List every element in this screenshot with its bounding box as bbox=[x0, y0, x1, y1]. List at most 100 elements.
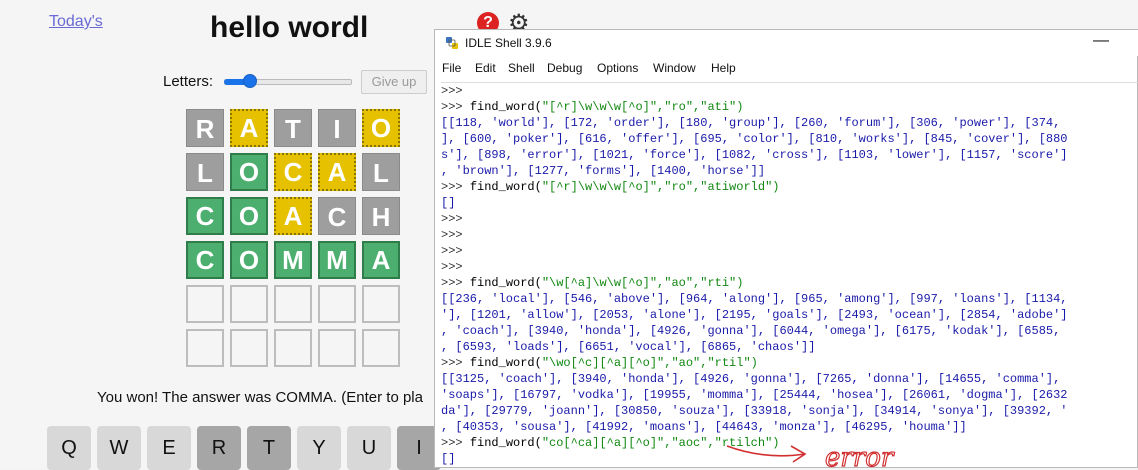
tile-r2-c3: C bbox=[274, 153, 312, 191]
shell-output-line: s'], [898, 'error'], [1021, 'force'], [1… bbox=[441, 148, 1068, 162]
window-titlebar: IDLE Shell 3.9.6 — bbox=[435, 30, 1138, 56]
tile-r1-c5: O bbox=[362, 109, 400, 147]
shell-prompt: >>> bbox=[441, 260, 463, 274]
menu-window[interactable]: Window bbox=[653, 61, 696, 75]
todays-link[interactable]: Today's bbox=[49, 13, 103, 31]
tile-r6-c3 bbox=[274, 329, 312, 367]
shell-output-line: [[118, 'world'], [172, 'order'], [180, '… bbox=[441, 116, 1061, 130]
shell-input-line: >>> find_word("[^r]\w\w\w[^o]","ro","ati… bbox=[441, 99, 743, 115]
page-title: hello wordl bbox=[210, 11, 369, 44]
tile-r6-c2 bbox=[230, 329, 268, 367]
menu-shell[interactable]: Shell bbox=[508, 61, 535, 75]
shell-output[interactable]: >>> >>> find_word("[^r]\w\w\w[^o]","ro","… bbox=[441, 82, 1138, 470]
tile-r3-c3: A bbox=[274, 197, 312, 235]
shell-prompt: >>> bbox=[441, 212, 463, 226]
letters-slider[interactable] bbox=[224, 74, 352, 88]
shell-output-line: [[3125, 'coach'], [3940, 'honda'], [4926… bbox=[441, 372, 1061, 386]
shell-prompt: >>> bbox=[441, 100, 463, 114]
tile-r6-c5 bbox=[362, 329, 400, 367]
shell-command: find_word( bbox=[469, 100, 542, 114]
tile-r2-c4: A bbox=[318, 153, 356, 191]
tile-r3-c5: H bbox=[362, 197, 400, 235]
key-w[interactable]: W bbox=[97, 426, 141, 470]
shell-prompt-line: >>> bbox=[441, 83, 463, 99]
menu-file[interactable]: File bbox=[442, 61, 461, 75]
shell-output-line: '], [1201, 'allow'], [2053, 'alone'], [2… bbox=[441, 308, 1068, 322]
tile-r3-c4: C bbox=[318, 197, 356, 235]
key-r[interactable]: R bbox=[197, 426, 241, 470]
shell-command-args: "\wo[^c][^a][^o]","ao","rtil") bbox=[541, 356, 758, 370]
shell-prompt-line: >>> bbox=[441, 259, 463, 275]
tile-r1-c2: A bbox=[230, 109, 268, 147]
tile-r4-c3: M bbox=[274, 241, 312, 279]
tile-r2-c1: L bbox=[186, 153, 224, 191]
shell-command: find_word( bbox=[469, 436, 542, 450]
shell-output-line: [] bbox=[441, 196, 456, 210]
tile-r5-c1 bbox=[186, 285, 224, 323]
menu-edit[interactable]: Edit bbox=[475, 61, 496, 75]
shell-prompt: >>> bbox=[441, 180, 463, 194]
menu-options[interactable]: Options bbox=[597, 61, 638, 75]
tile-r5-c2 bbox=[230, 285, 268, 323]
tile-r6-c1 bbox=[186, 329, 224, 367]
give-up-button[interactable]: Give up bbox=[361, 70, 427, 94]
shell-prompt: >>> bbox=[441, 276, 463, 290]
scribble-label: error bbox=[825, 443, 895, 470]
shell-command: find_word( bbox=[469, 276, 542, 290]
shell-output-line: da'], [29779, 'joann'], [30850, 'souza']… bbox=[441, 404, 1068, 418]
shell-output-line: , [40353, 'sousa'], [41992, 'moans'], [4… bbox=[441, 420, 967, 434]
handwritten-error-annotation: error bbox=[726, 442, 895, 470]
tile-r5-c4 bbox=[318, 285, 356, 323]
shell-output-line: [[236, 'local'], [546, 'above'], [964, '… bbox=[441, 292, 1068, 306]
letters-label: Letters: bbox=[163, 73, 214, 90]
tile-r5-c5 bbox=[362, 285, 400, 323]
minimize-button[interactable]: — bbox=[1093, 32, 1109, 50]
menu-bar: File Edit Shell Debug Options Window Help bbox=[435, 58, 1138, 78]
shell-command-args: "\w[^a]\w\w[^o]","ao","rti") bbox=[541, 276, 744, 290]
shell-prompt: >>> bbox=[441, 356, 463, 370]
menu-debug[interactable]: Debug bbox=[547, 61, 582, 75]
shell-prompt-line: >>> bbox=[441, 243, 463, 259]
tile-r4-c4: M bbox=[318, 241, 356, 279]
shell-input-line: >>> find_word("[^r]\w\w\w[^o]","ro","ati… bbox=[441, 179, 779, 195]
shell-prompt: >>> bbox=[441, 244, 463, 258]
result-message: You won! The answer was COMMA. (Enter to… bbox=[97, 389, 423, 406]
shell-output-line: ], [600, 'poker'], [616, 'offer'], [695,… bbox=[441, 132, 1068, 146]
shell-output-line: , 'brown'], [1277, 'forms'], [1400, 'hor… bbox=[441, 164, 766, 178]
tile-r1-c1: R bbox=[186, 109, 224, 147]
shell-output-line: [] bbox=[441, 452, 456, 466]
key-e[interactable]: E bbox=[147, 426, 191, 470]
tile-r5-c3 bbox=[274, 285, 312, 323]
tile-r4-c5: A bbox=[362, 241, 400, 279]
shell-prompt-line: >>> bbox=[441, 211, 463, 227]
key-t[interactable]: T bbox=[247, 426, 291, 470]
slider-thumb[interactable] bbox=[243, 74, 257, 88]
tile-r4-c1: C bbox=[186, 241, 224, 279]
idle-shell-window: IDLE Shell 3.9.6 — File Edit Shell Debug Opt… bbox=[434, 29, 1138, 468]
shell-prompt-line: >>> bbox=[441, 227, 463, 243]
shell-command-args: "[^r]\w\w\w[^o]","ro","ati") bbox=[541, 100, 744, 114]
tile-r3-c1: C bbox=[186, 197, 224, 235]
tile-r4-c2: O bbox=[230, 241, 268, 279]
shell-prompt: >>> bbox=[441, 84, 463, 98]
key-q[interactable]: Q bbox=[47, 426, 91, 470]
tile-r1-c3: T bbox=[274, 109, 312, 147]
tile-r6-c4 bbox=[318, 329, 356, 367]
shell-command: find_word( bbox=[469, 180, 542, 194]
key-y[interactable]: Y bbox=[297, 426, 341, 470]
key-u[interactable]: U bbox=[347, 426, 391, 470]
shell-input-line: >>> find_word("\wo[^c][^a][^o]","ao","rt… bbox=[441, 355, 758, 371]
shell-input-line: >>> find_word("\w[^a]\w\w[^o]","ao","rti… bbox=[441, 275, 743, 291]
shell-command: find_word( bbox=[469, 356, 542, 370]
tile-r3-c2: O bbox=[230, 197, 268, 235]
window-title: IDLE Shell 3.9.6 bbox=[465, 36, 552, 50]
shell-output-line: 'soaps'], [16797, 'vodka'], [19955, 'mom… bbox=[441, 388, 1068, 402]
menu-help[interactable]: Help bbox=[711, 61, 736, 75]
shell-prompt: >>> bbox=[441, 436, 463, 450]
tile-r1-c4: I bbox=[318, 109, 356, 147]
tile-r2-c5: L bbox=[362, 153, 400, 191]
shell-output-line: , [6593, 'loads'], [6651, 'vocal'], [686… bbox=[441, 340, 816, 354]
shell-command-args: "[^r]\w\w\w[^o]","ro","atiworld") bbox=[541, 180, 780, 194]
shell-output-line: , 'coach'], [3940, 'honda'], [4926, 'gon… bbox=[441, 324, 1061, 338]
python-icon bbox=[446, 37, 458, 49]
